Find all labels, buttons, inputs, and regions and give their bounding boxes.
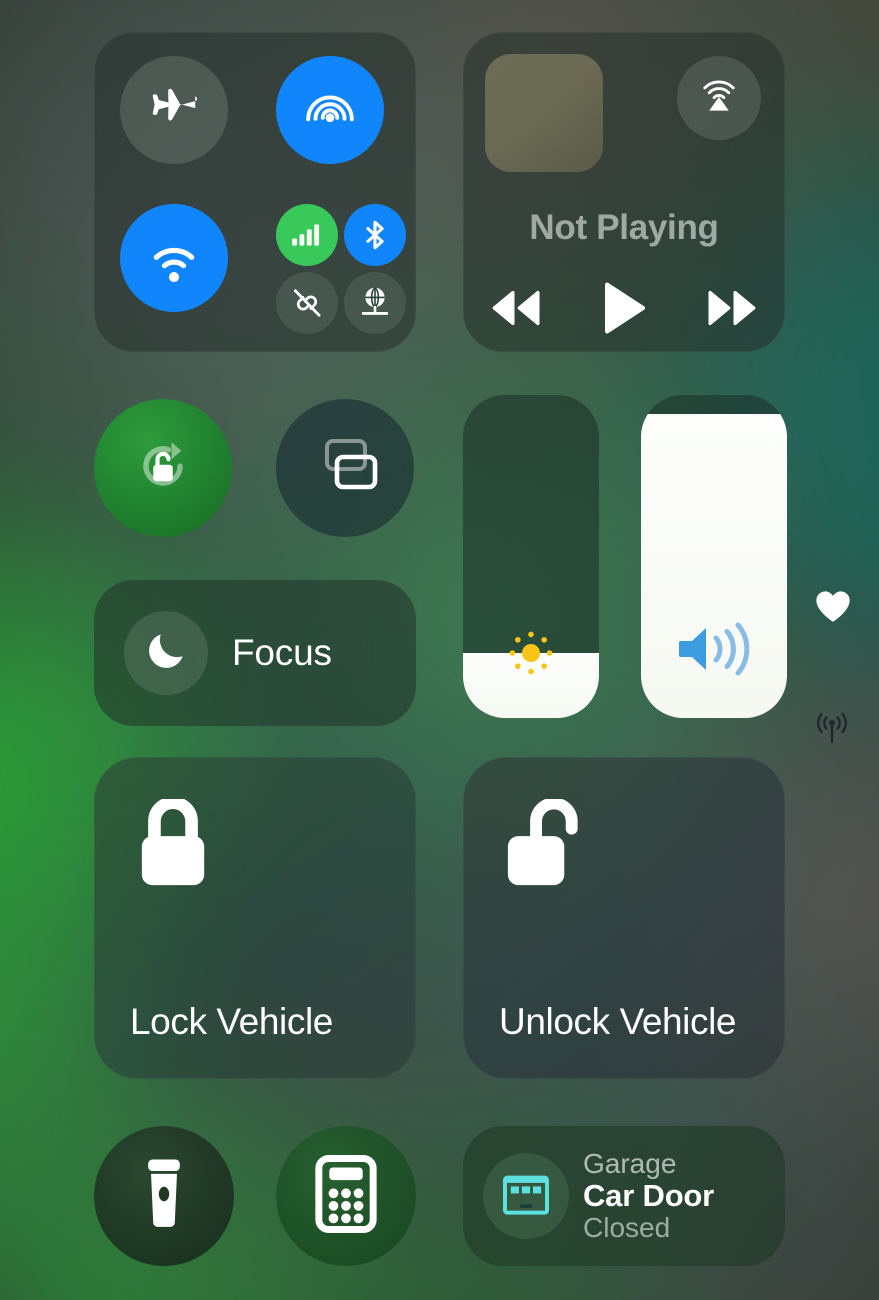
brightness-sun-icon	[463, 626, 599, 680]
unlock-vehicle-tile[interactable]: Unlock Vehicle	[463, 757, 785, 1079]
rewind-button[interactable]	[485, 287, 547, 334]
lock-closed-icon	[134, 796, 212, 896]
volume-speaker-icon	[641, 618, 787, 680]
fast-forward-icon	[701, 287, 763, 334]
focus-label: Focus	[232, 632, 332, 673]
rotation-lock-toggle[interactable]	[94, 399, 232, 537]
airdrop-toggle[interactable]	[276, 56, 384, 164]
media-controls	[463, 280, 785, 341]
moon-icon	[142, 627, 190, 680]
wifi-icon	[143, 227, 205, 289]
wifi-toggle[interactable]	[120, 204, 228, 312]
lock-vehicle-tile[interactable]: Lock Vehicle	[94, 757, 416, 1079]
calculator-icon	[315, 1154, 377, 1238]
personal-hotspot-icon	[356, 284, 394, 322]
connectivity-module	[94, 32, 416, 352]
volume-slider[interactable]	[641, 395, 787, 718]
screen-mirroring-toggle[interactable]	[276, 399, 414, 537]
airdrop-icon	[299, 79, 361, 141]
now-playing-module: Not Playing	[463, 32, 785, 352]
bluetooth-toggle[interactable]	[344, 204, 406, 266]
broadcast-antenna-icon	[812, 712, 852, 751]
now-playing-title: Not Playing	[529, 208, 719, 247]
garage-accessory-label: Car Door	[583, 1178, 715, 1214]
unlock-vehicle-label: Unlock Vehicle	[499, 1001, 737, 1042]
rewind-icon	[485, 287, 547, 334]
play-icon	[599, 280, 649, 341]
cellular-data-toggle[interactable]	[276, 204, 338, 266]
garage-car-door-tile[interactable]: Garage Car Door Closed	[463, 1126, 785, 1266]
garage-text-block: Garage Car Door Closed	[583, 1148, 715, 1243]
airplane-mode-toggle[interactable]	[120, 56, 228, 164]
flashlight-toggle[interactable]	[94, 1126, 234, 1266]
airplane-icon	[146, 82, 202, 138]
garage-status-label: Closed	[583, 1211, 671, 1243]
airplay-audio-icon	[693, 70, 745, 127]
brightness-slider[interactable]	[463, 395, 599, 718]
personal-hotspot-toggle[interactable]	[344, 272, 406, 334]
control-center-screen: Not Playing Focus Lock Vehicle Unlock Ve…	[0, 0, 879, 1300]
album-art-placeholder	[485, 54, 603, 172]
lock-vehicle-label: Lock Vehicle	[130, 1001, 333, 1042]
fast-forward-button[interactable]	[701, 287, 763, 334]
focus-icon-wrap	[124, 611, 208, 695]
heart-icon	[814, 588, 852, 629]
lock-open-icon	[503, 797, 581, 896]
rotation-lock-icon	[124, 427, 202, 510]
airdrop-off-toggle[interactable]	[276, 272, 338, 334]
play-button[interactable]	[599, 280, 649, 341]
airplay-audio-button[interactable]	[677, 56, 761, 140]
favorites-heart-button[interactable]	[814, 588, 852, 629]
airdrop-off-icon	[288, 284, 326, 322]
flashlight-icon	[140, 1158, 188, 1235]
garage-door-icon	[498, 1166, 554, 1227]
garage-room-label: Garage	[583, 1148, 677, 1180]
calculator-button[interactable]	[276, 1126, 416, 1266]
cellular-bars-icon	[290, 218, 324, 252]
broadcast-button[interactable]	[812, 712, 852, 751]
focus-toggle[interactable]: Focus	[94, 580, 416, 726]
bluetooth-icon	[358, 218, 392, 252]
screen-mirroring-icon	[307, 433, 383, 504]
garage-icon-wrap	[483, 1153, 569, 1239]
